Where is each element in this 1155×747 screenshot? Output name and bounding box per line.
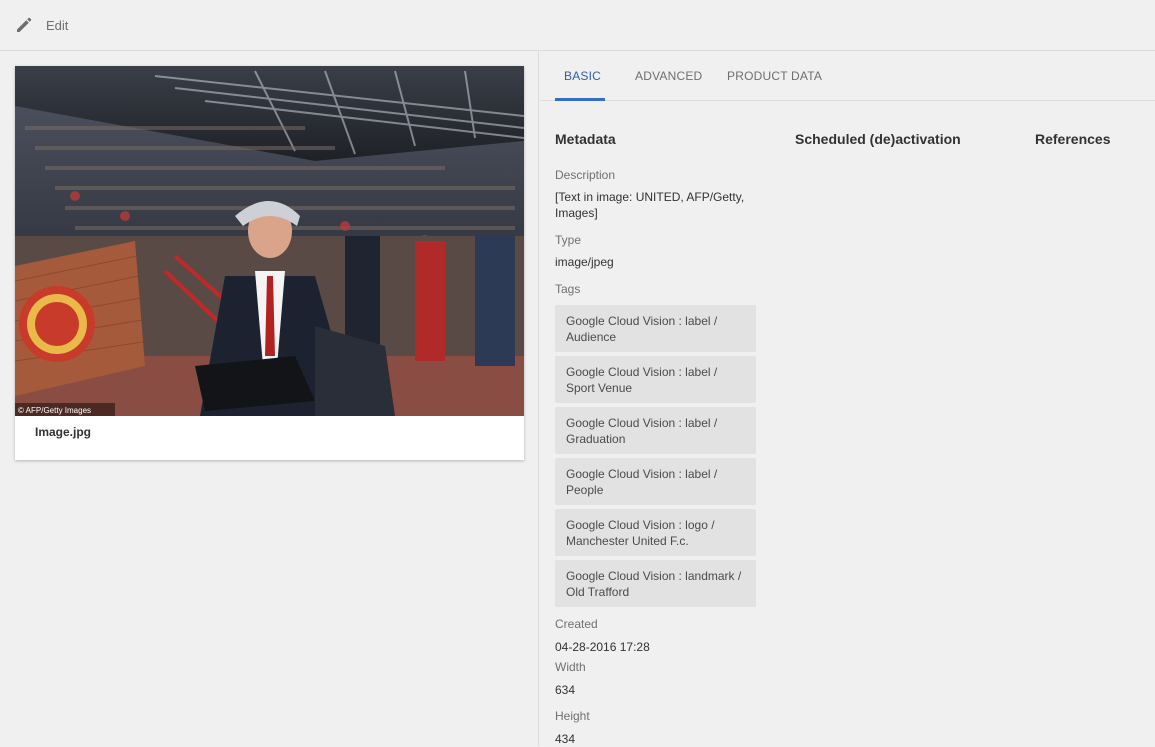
metadata-heading: Metadata (555, 131, 616, 147)
type-label: Type (555, 233, 582, 247)
width-value: 634 (555, 683, 576, 697)
photo-credit: © AFP/Getty Images (18, 406, 91, 415)
asset-thumbnail: © AFP/Getty Images (15, 66, 524, 416)
width-label: Width (555, 660, 586, 674)
tag-item[interactable]: Google Cloud Vision : logo / Manchester … (555, 509, 756, 556)
asset-card[interactable]: © AFP/Getty Images Image.jpg (15, 66, 524, 460)
tab-advanced[interactable]: ADVANCED (635, 69, 702, 83)
height-value: 434 (555, 732, 576, 746)
pencil-icon (14, 15, 34, 35)
tag-item[interactable]: Google Cloud Vision : label / Graduation (555, 407, 756, 454)
type-value: image/jpeg (555, 255, 614, 269)
tag-item[interactable]: Google Cloud Vision : label / People (555, 458, 756, 505)
created-label: Created (555, 617, 598, 631)
properties-pane: BASIC ADVANCED PRODUCT DATA Metadata Sch… (540, 51, 1155, 746)
asset-filename: Image.jpg (35, 425, 92, 439)
tag-item[interactable]: Google Cloud Vision : landmark / Old Tra… (555, 560, 756, 607)
tag-item[interactable]: Google Cloud Vision : label / Audience (555, 305, 756, 352)
edit-label: Edit (46, 17, 69, 33)
tag-item[interactable]: Google Cloud Vision : label / Sport Venu… (555, 356, 756, 403)
edit-button[interactable]: Edit (14, 15, 68, 35)
height-label: Height (555, 709, 590, 723)
active-tab-indicator (555, 98, 605, 101)
scheduled-activation-heading: Scheduled (de)activation (795, 131, 961, 147)
references-heading: References (1035, 131, 1111, 147)
toolbar: Edit (0, 0, 1155, 51)
description-label: Description (555, 168, 616, 182)
asset-preview-pane: © AFP/Getty Images Image.jpg (0, 51, 539, 746)
tags-label: Tags (555, 282, 581, 296)
tab-basic[interactable]: BASIC (564, 69, 601, 83)
tab-bar: BASIC ADVANCED PRODUCT DATA (540, 51, 1155, 101)
created-value: 04-28-2016 17:28 (555, 640, 650, 654)
tab-product-data[interactable]: PRODUCT DATA (727, 69, 822, 83)
description-value: [Text in image: UNITED, AFP/Getty, Image… (555, 190, 745, 220)
